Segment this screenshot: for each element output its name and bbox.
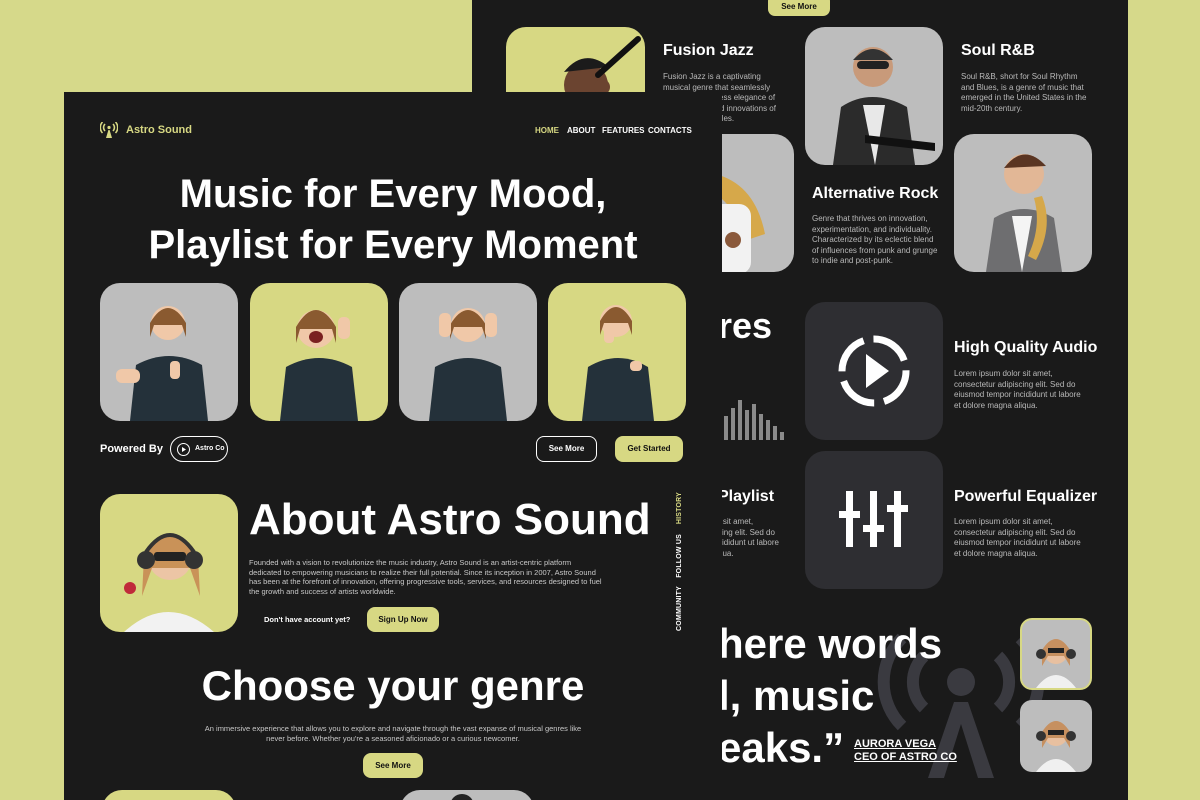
genre-title: Soul R&B xyxy=(961,42,1035,59)
sax-player-image xyxy=(954,134,1092,272)
feature-desc: Lorem ipsum dolor sit amet, consectetur … xyxy=(954,517,1081,558)
mood-image-excited xyxy=(250,283,388,421)
side-link-follow-us[interactable]: FOLLOW US xyxy=(676,534,683,578)
playlist-desc: r sit amet, cing elit. Sed do cididunt u… xyxy=(718,517,779,558)
brand-name[interactable]: Astro Sound xyxy=(126,124,192,136)
genre-desc: Genre that thrives on innovation, experi… xyxy=(812,214,938,265)
front-page-preview: Astro Sound HOME ABOUT FEATURES CONTACTS… xyxy=(64,92,722,800)
genre-section-title: Choose your genre xyxy=(201,662,585,709)
genre-title: Fusion Jazz xyxy=(663,42,754,59)
feature-title: Powerful Equalizer xyxy=(954,488,1098,505)
about-title: About Astro Sound xyxy=(249,495,651,544)
see-more-button[interactable]: See More xyxy=(536,436,597,462)
sign-up-button[interactable]: Sign Up Now xyxy=(367,607,439,632)
features-section-title: res xyxy=(718,305,773,346)
partner-name: Astro Co xyxy=(195,445,225,452)
genre-title: Alternative Rock xyxy=(812,185,939,202)
waveform-icon xyxy=(724,396,794,449)
equalizer-icon xyxy=(839,491,908,547)
audio-feature-tile xyxy=(805,302,943,440)
genre-card-image xyxy=(102,790,236,800)
side-link-community[interactable]: COMMUNITY xyxy=(676,586,683,631)
quote-role: CEO OF ASTRO CO xyxy=(854,751,957,763)
testimonial-avatar[interactable] xyxy=(1020,700,1092,772)
hero-title-line1: Music for Every Mood, xyxy=(179,172,607,216)
quote-line: l, music xyxy=(718,672,875,719)
genre-card-image xyxy=(400,790,534,800)
about-text: Founded with a vision to revolutionize t… xyxy=(249,558,602,596)
genre-see-more-button[interactable]: See More xyxy=(363,753,423,778)
testimonial-avatar-active[interactable] xyxy=(1020,618,1092,690)
mood-image-thinking xyxy=(548,283,686,421)
get-started-button[interactable]: Get Started xyxy=(615,436,683,462)
equalizer-feature-tile xyxy=(805,451,943,589)
nav-home[interactable]: HOME xyxy=(535,126,559,135)
partner-badge[interactable]: Astro Co xyxy=(170,436,228,462)
play-icon xyxy=(177,443,190,456)
nav-contacts[interactable]: CONTACTS xyxy=(648,126,692,135)
play-circle-icon xyxy=(838,335,910,407)
no-account-label: Don't have account yet? xyxy=(264,615,351,624)
genre-section-text: An immersive experience that allows you … xyxy=(204,724,582,743)
powered-by-label: Powered By xyxy=(100,443,163,455)
quote-line: here words xyxy=(718,620,943,667)
side-link-history[interactable]: HISTORY xyxy=(676,492,683,524)
feature-title: High Quality Audio xyxy=(954,339,1098,356)
mood-image-thumbs-up xyxy=(100,283,238,421)
top-see-more-button[interactable]: See More xyxy=(768,0,830,16)
nav-features[interactable]: FEATURES xyxy=(602,126,645,135)
genre-desc: Soul R&B, short for Soul Rhythm and Blue… xyxy=(961,72,1087,113)
feature-desc: Lorem ipsum dolor sit amet, consectetur … xyxy=(954,369,1081,410)
playlist-title: Playlist xyxy=(718,488,775,505)
quote-author: AURORA VEGA xyxy=(854,738,937,750)
mood-image-stressed xyxy=(399,283,537,421)
about-image xyxy=(100,494,238,632)
quote-line: eaks.” xyxy=(718,724,845,771)
soul-rnb-image xyxy=(805,27,943,165)
nav-about[interactable]: ABOUT xyxy=(567,126,595,135)
hero-title-line2: Playlist for Every Moment xyxy=(148,223,638,267)
antenna-logo-icon xyxy=(99,121,119,143)
